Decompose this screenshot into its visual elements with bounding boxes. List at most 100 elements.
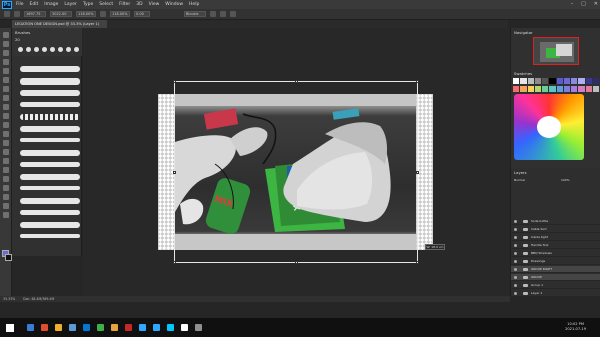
color-swatch[interactable] [520, 85, 527, 92]
brush-stroke-preset[interactable] [20, 198, 80, 204]
free-transform-box[interactable] [173, 80, 419, 264]
taskbar-app-icon[interactable] [26, 324, 34, 331]
color-swatch[interactable] [534, 85, 541, 92]
brush-stroke-preset[interactable] [20, 222, 80, 228]
color-swatch[interactable] [513, 85, 520, 92]
navigator-thumbnail[interactable] [533, 37, 579, 65]
brush-preset[interactable] [42, 47, 47, 52]
visibility-eye-icon[interactable] [514, 259, 517, 263]
color-swatch[interactable] [592, 78, 599, 84]
layer-row[interactable]: Layer 1 [511, 290, 600, 297]
brush-preset[interactable] [34, 47, 39, 52]
hand-tool-icon[interactable] [3, 194, 9, 200]
document-info[interactable]: Doc: 48.4M/389.4M [23, 297, 54, 301]
brush-preset[interactable] [66, 47, 71, 52]
blur-tool-icon[interactable] [3, 140, 9, 146]
minimize-button[interactable]: – [571, 1, 574, 7]
type-tool-icon[interactable] [3, 167, 9, 173]
menu-3d[interactable]: 3D [136, 2, 142, 7]
lasso-tool-icon[interactable] [3, 50, 9, 56]
menu-window[interactable]: Window [165, 2, 183, 7]
visibility-eye-icon[interactable] [514, 275, 517, 279]
transform-handle-bottom[interactable] [295, 261, 298, 264]
visibility-eye-icon[interactable] [514, 291, 517, 295]
color-swatch[interactable] [578, 85, 585, 92]
color-swatch[interactable] [563, 78, 570, 84]
taskbar-app-icon[interactable] [138, 324, 146, 331]
color-swatch[interactable] [513, 78, 520, 84]
zoom-tool-icon[interactable] [3, 203, 9, 209]
background-color-swatch[interactable] [5, 254, 12, 261]
taskbar-app-icon[interactable] [194, 324, 202, 331]
width-field[interactable]: 118.00% [76, 11, 96, 17]
start-icon[interactable] [6, 323, 14, 332]
transform-handle-top-right[interactable] [416, 80, 419, 83]
color-swatch[interactable] [578, 78, 585, 84]
brush-stroke-preset[interactable] [20, 210, 80, 215]
brush-preset[interactable] [74, 47, 79, 52]
document-tab[interactable]: LEGATION ONE DESIGN.psd @ 33.3% (Layer 1… [12, 20, 107, 28]
path-select-tool-icon[interactable] [3, 176, 9, 182]
brush-preset[interactable] [50, 47, 55, 52]
color-swatch[interactable] [534, 78, 541, 84]
brush-stroke-preset[interactable] [20, 102, 80, 107]
transform-handle-bottom-right[interactable] [416, 261, 419, 264]
interpolation-select[interactable]: Bicubic [184, 11, 206, 17]
brush-stroke-preset[interactable] [20, 150, 80, 156]
photoshop-logo[interactable]: Ps [2, 0, 12, 9]
more-tools-icon[interactable] [3, 212, 9, 218]
taskbar-app-icon[interactable] [110, 324, 118, 331]
brush-stroke-preset[interactable] [20, 126, 80, 132]
visibility-eye-icon[interactable] [514, 219, 517, 223]
brush-stroke-preset[interactable] [20, 66, 80, 72]
zoom-level[interactable]: 33.33% [3, 297, 15, 301]
shape-tool-icon[interactable] [3, 185, 9, 191]
brush-stroke-preset[interactable] [20, 174, 80, 180]
crop-tool-icon[interactable] [3, 68, 9, 74]
brush-stroke-preset[interactable] [20, 78, 80, 85]
link-icon[interactable] [100, 11, 106, 17]
taskbar-app-icon[interactable] [124, 324, 132, 331]
move-tool-icon[interactable] [3, 32, 9, 38]
brush-preset[interactable] [58, 47, 63, 52]
visibility-eye-icon[interactable] [514, 227, 517, 231]
angle-field[interactable]: 0.00 [134, 11, 150, 17]
clone-stamp-tool-icon[interactable] [3, 104, 9, 110]
taskbar-app-icon[interactable] [68, 324, 76, 331]
commit-transform-icon[interactable] [230, 11, 236, 17]
brush-stroke-preset[interactable] [20, 186, 80, 190]
taskbar-app-icon[interactable] [54, 324, 62, 331]
visibility-eye-icon[interactable] [514, 235, 517, 239]
color-swatch[interactable] [556, 78, 563, 84]
layer-row[interactable]: GROUP [511, 274, 600, 281]
menu-edit[interactable]: Edit [30, 2, 39, 7]
color-wheel[interactable] [514, 94, 584, 160]
blend-mode-select[interactable]: Normal [514, 178, 525, 182]
menu-type[interactable]: Type [83, 2, 93, 7]
taskbar-app-icon[interactable] [96, 324, 104, 331]
menu-select[interactable]: Select [99, 2, 113, 7]
brush-tool-icon[interactable] [3, 95, 9, 101]
color-swatch[interactable] [549, 78, 556, 84]
warp-icon[interactable] [210, 11, 216, 17]
layer-row[interactable]: BBQ Shadows [511, 250, 600, 257]
layer-row[interactable]: Handle Tool [511, 242, 600, 249]
taskbar-app-icon[interactable] [166, 324, 174, 331]
brush-preset[interactable] [18, 47, 23, 52]
brush-stroke-preset[interactable] [20, 90, 80, 96]
taskbar-app-icon[interactable] [152, 324, 160, 331]
transform-handle-top[interactable] [295, 80, 298, 83]
layer-row[interactable]: Drawings [511, 258, 600, 265]
color-swatch[interactable] [585, 78, 592, 84]
maximize-button[interactable]: □ [581, 1, 586, 7]
opacity-field[interactable]: 100% [561, 178, 570, 182]
transform-handle-right[interactable] [416, 171, 419, 174]
brush-stroke-preset[interactable] [20, 234, 80, 238]
color-swatch[interactable] [592, 85, 599, 92]
taskbar-app-icon[interactable] [40, 324, 48, 331]
visibility-eye-icon[interactable] [514, 283, 517, 287]
visibility-eye-icon[interactable] [514, 251, 517, 255]
cancel-transform-icon[interactable] [220, 11, 226, 17]
y-field[interactable]: 3022.00 [50, 11, 72, 17]
color-swatch[interactable] [556, 85, 563, 92]
